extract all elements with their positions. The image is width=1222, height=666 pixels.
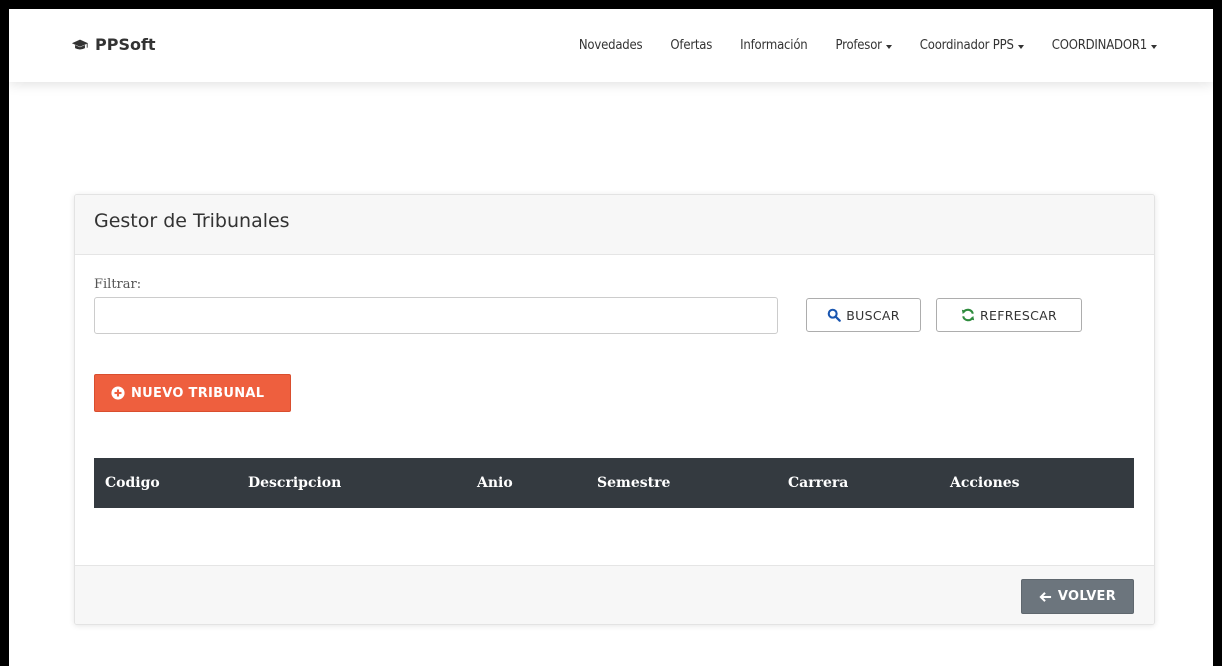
column-header-acciones: Acciones — [950, 475, 1020, 491]
nav-menu: Novedades Ofertas Información Profesor C… — [579, 38, 1157, 53]
nav-item-label: COORDINADOR1 — [1051, 38, 1147, 53]
plus-circle-icon — [111, 386, 125, 400]
arrow-left-icon — [1039, 591, 1051, 602]
column-header-carrera[interactable]: Carrera — [788, 458, 950, 508]
back-button[interactable]: VOLVER — [1021, 579, 1134, 614]
nav-item-label: Novedades — [578, 38, 643, 53]
caret-down-icon — [1017, 44, 1024, 49]
search-button-label: BUSCAR — [846, 307, 900, 323]
nav-dropdown-profesor[interactable]: Profesor — [836, 38, 892, 53]
panel-header: Gestor de Tribunales — [75, 195, 1154, 255]
refresh-button-label: REFRESCAR — [980, 307, 1057, 323]
panel-footer: VOLVER — [75, 565, 1154, 624]
column-header-codigo[interactable]: Codigo — [94, 458, 248, 508]
tribunales-table: Codigo Descripcion Anio Semestre Carrera… — [94, 458, 1134, 508]
filter-label: Filtrar: — [94, 277, 142, 292]
nav-item-ofertas[interactable]: Ofertas — [670, 38, 712, 53]
top-navbar: PPSoft Novedades Ofertas Información Pro… — [9, 9, 1213, 82]
nav-item-label: Coordinador PPS — [919, 38, 1014, 53]
nav-dropdown-user[interactable]: COORDINADOR1 — [1052, 38, 1157, 53]
caret-down-icon — [1151, 44, 1157, 49]
nav-item-label: Ofertas — [670, 38, 713, 53]
refresh-button[interactable]: REFRESCAR — [936, 298, 1082, 332]
nav-item-label: Profesor — [835, 38, 882, 53]
nav-dropdown-coordinador-pps[interactable]: Coordinador PPS — [920, 38, 1024, 53]
new-tribunal-label: NUEVO TRIBUNAL — [131, 385, 265, 401]
nav-item-label: Información — [740, 38, 808, 53]
filter-input[interactable] — [94, 297, 778, 334]
brand-name: PPSoft — [95, 35, 156, 54]
search-button[interactable]: BUSCAR — [806, 298, 921, 332]
graduation-cap-icon — [71, 39, 89, 49]
nav-item-novedades[interactable]: Novedades — [579, 38, 643, 53]
panel-title: Gestor de Tribunales — [94, 210, 290, 232]
caret-down-icon — [885, 44, 892, 49]
new-tribunal-button[interactable]: NUEVO TRIBUNAL — [94, 374, 291, 412]
search-icon — [827, 308, 842, 322]
column-header-anio[interactable]: Anio — [477, 458, 597, 508]
app-window: PPSoft Novedades Ofertas Información Pro… — [9, 9, 1213, 666]
table-header-row: Codigo Descripcion Anio Semestre Carrera… — [94, 458, 1134, 508]
nav-item-informacion[interactable]: Información — [740, 38, 808, 53]
tribunales-panel: Gestor de Tribunales Filtrar: BUSCAR REF… — [74, 194, 1155, 625]
refresh-icon — [961, 308, 975, 322]
column-header-semestre[interactable]: Semestre — [597, 458, 788, 508]
back-button-label: VOLVER — [1057, 589, 1117, 604]
brand-link[interactable]: PPSoft — [71, 35, 156, 54]
column-header-descripcion[interactable]: Descripcion — [248, 458, 477, 508]
